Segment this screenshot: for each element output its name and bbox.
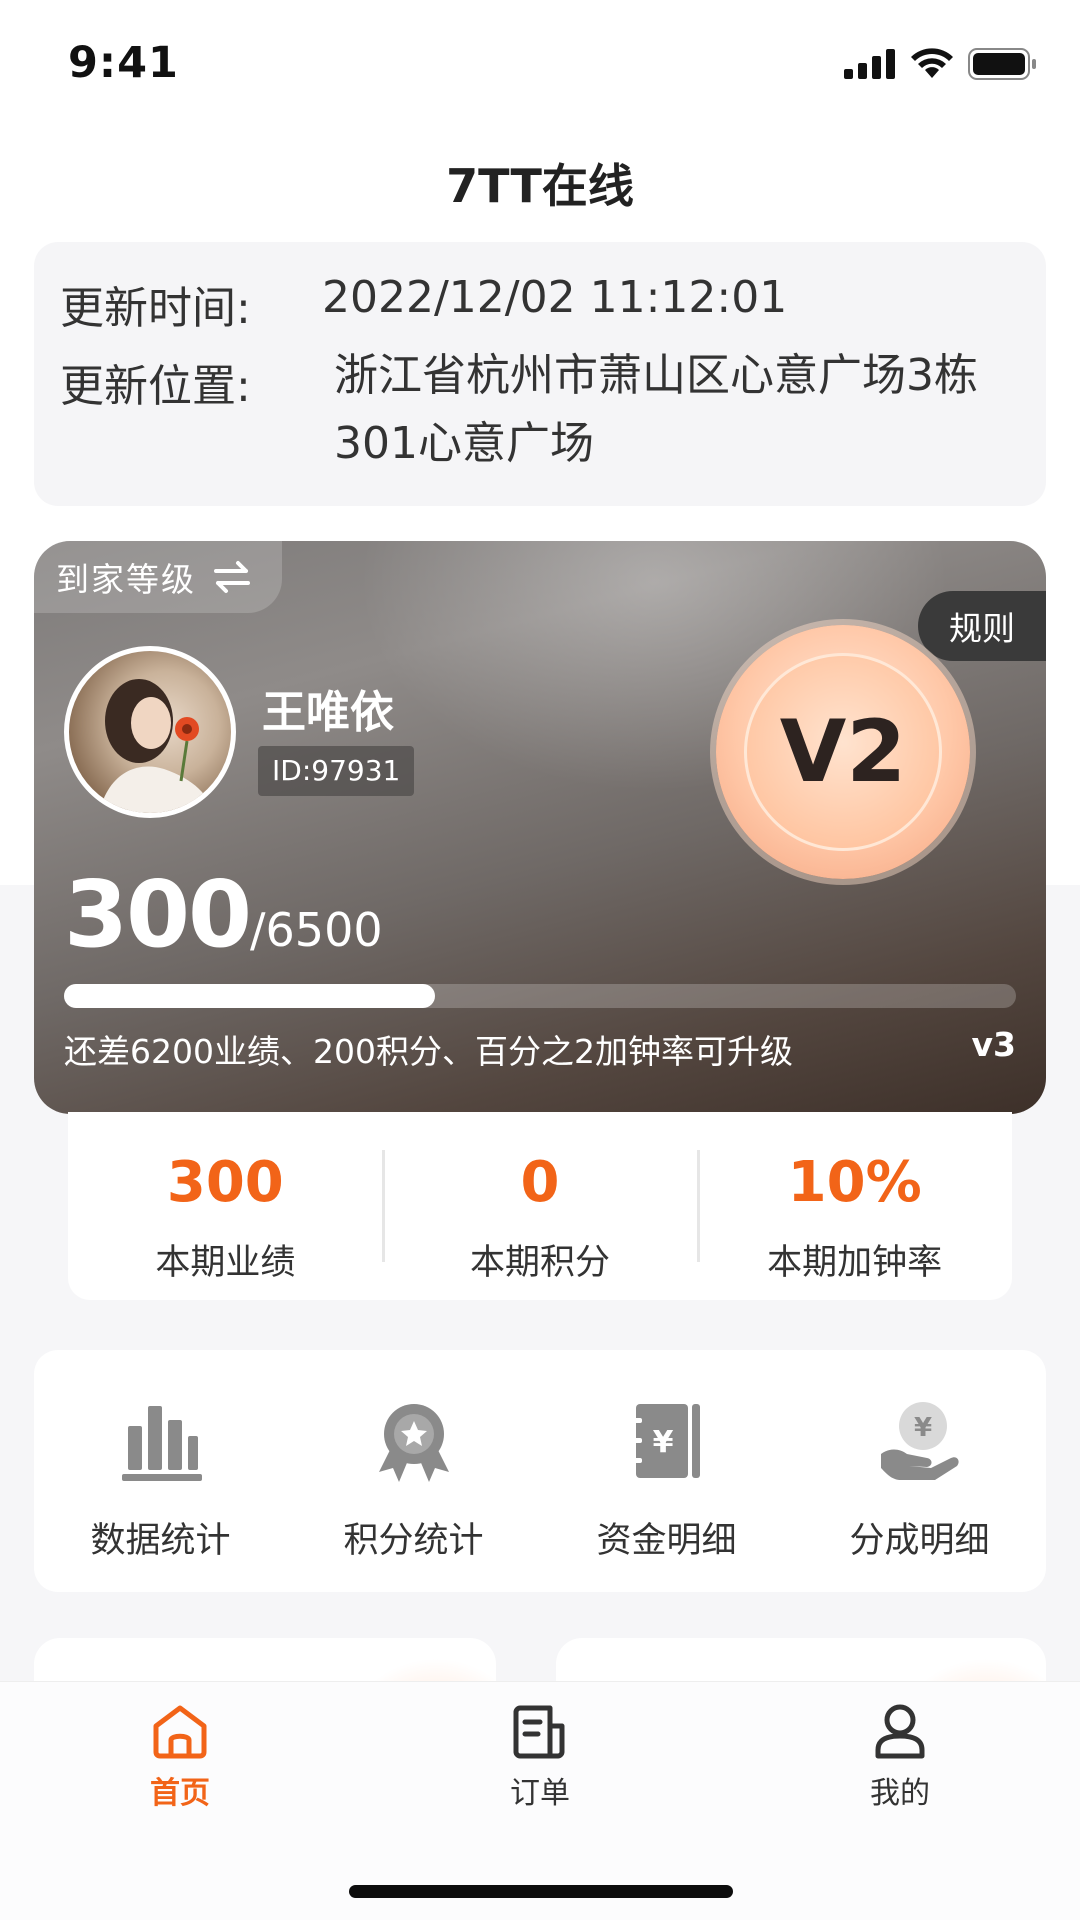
upgrade-hint: 还差6200业绩、200积分、百分之2加钟率可升级 <box>64 1032 793 1071</box>
tool-points-stats[interactable]: 积分统计 <box>287 1350 540 1592</box>
period-stats-card: 300 本期业绩 0 本期积分 10% 本期加钟率 <box>68 1112 1012 1300</box>
update-time-row: 更新时间: 2022/12/02 11:12:01 <box>60 272 787 336</box>
score-display: 300/6500 <box>64 861 383 968</box>
battery-icon <box>968 48 1036 80</box>
update-info-card: 更新时间: 2022/12/02 11:12:01 更新位置: 浙江省杭州市萧山… <box>34 242 1046 506</box>
update-time-value: 2022/12/02 11:12:01 <box>322 272 788 323</box>
status-time: 9:41 <box>68 38 179 88</box>
svg-text:¥: ¥ <box>652 1425 673 1460</box>
stat-extension-rate[interactable]: 10% 本期加钟率 <box>697 1112 1012 1300</box>
stat-label: 本期积分 <box>470 1243 611 1283</box>
stat-points[interactable]: 0 本期积分 <box>383 1112 698 1300</box>
tool-label: 分成明细 <box>849 1521 990 1561</box>
tab-label: 首页 <box>150 1776 210 1811</box>
wifi-icon <box>911 48 953 78</box>
swap-arrows-icon <box>214 561 250 593</box>
user-id-badge: ID:97931 <box>258 746 415 796</box>
tab-label: 我的 <box>870 1776 930 1811</box>
tool-commission-details[interactable]: ¥ 分成明细 <box>793 1350 1046 1592</box>
stat-label: 本期加钟率 <box>767 1243 943 1283</box>
level-switch-tab[interactable]: 到家等级 <box>34 541 282 613</box>
tab-label: 订单 <box>510 1776 570 1811</box>
tab-profile[interactable]: 我的 <box>800 1702 1000 1812</box>
stat-divider <box>697 1150 700 1262</box>
stat-performance[interactable]: 300 本期业绩 <box>68 1112 383 1300</box>
tool-label: 积分统计 <box>343 1521 484 1561</box>
score-total: /6500 <box>250 903 383 957</box>
coin-hand-icon: ¥ <box>880 1402 959 1480</box>
update-time-label: 更新时间: <box>60 283 251 334</box>
ledger-icon: ¥ <box>629 1404 700 1478</box>
score-current: 300 <box>64 861 252 968</box>
level-badge-text: V2 <box>779 702 907 802</box>
cellular-signal-icon <box>844 49 895 79</box>
home-indicator <box>349 1885 733 1898</box>
update-location-value: 浙江省杭州市萧山区心意广场3栋301心意广场 <box>334 350 978 469</box>
order-icon <box>513 1705 565 1759</box>
tab-orders[interactable]: 订单 <box>440 1702 640 1812</box>
medal-icon <box>378 1404 449 1482</box>
profile-icon <box>875 1704 925 1759</box>
user-name: 王唯依 <box>262 687 394 738</box>
tool-label: 资金明细 <box>596 1521 737 1561</box>
level-card: 到家等级 规则 王唯依 ID:97931 V2 300/6500 还差6200业… <box>34 541 1046 1114</box>
home-icon <box>153 1705 207 1759</box>
tab-home[interactable]: 首页 <box>80 1702 280 1812</box>
tool-label: 数据统计 <box>90 1521 231 1561</box>
rules-label: 规则 <box>949 609 1015 648</box>
stat-value: 10% <box>787 1150 922 1215</box>
tools-grid: 数据统计 积分统计 ¥ 资金明细 ¥ 分成明细 <box>34 1350 1046 1592</box>
tool-fund-details[interactable]: ¥ 资金明细 <box>540 1350 793 1592</box>
level-progress-bar <box>64 984 1016 1008</box>
level-progress-fill <box>64 984 436 1008</box>
status-icons <box>844 48 1038 80</box>
avatar-image <box>99 679 214 813</box>
page-title: 7TT在线 <box>446 159 634 213</box>
status-bar: 9:41 <box>0 0 1080 130</box>
level-tab-label: 到家等级 <box>56 560 196 599</box>
tool-data-stats[interactable]: 数据统计 <box>34 1350 287 1592</box>
stat-label: 本期业绩 <box>155 1243 296 1283</box>
level-medal: V2 <box>716 625 970 879</box>
avatar[interactable] <box>64 646 236 818</box>
stat-divider <box>382 1150 385 1262</box>
stat-value: 300 <box>166 1150 284 1215</box>
next-level-label: v3 <box>971 1025 1016 1064</box>
svg-text:¥: ¥ <box>913 1413 931 1443</box>
update-location-label: 更新位置: <box>60 361 251 412</box>
level-medal-inner: V2 <box>744 653 942 851</box>
rules-button[interactable]: 规则 <box>918 591 1046 661</box>
stat-value: 0 <box>520 1150 560 1215</box>
bar-chart-icon <box>121 1406 202 1481</box>
